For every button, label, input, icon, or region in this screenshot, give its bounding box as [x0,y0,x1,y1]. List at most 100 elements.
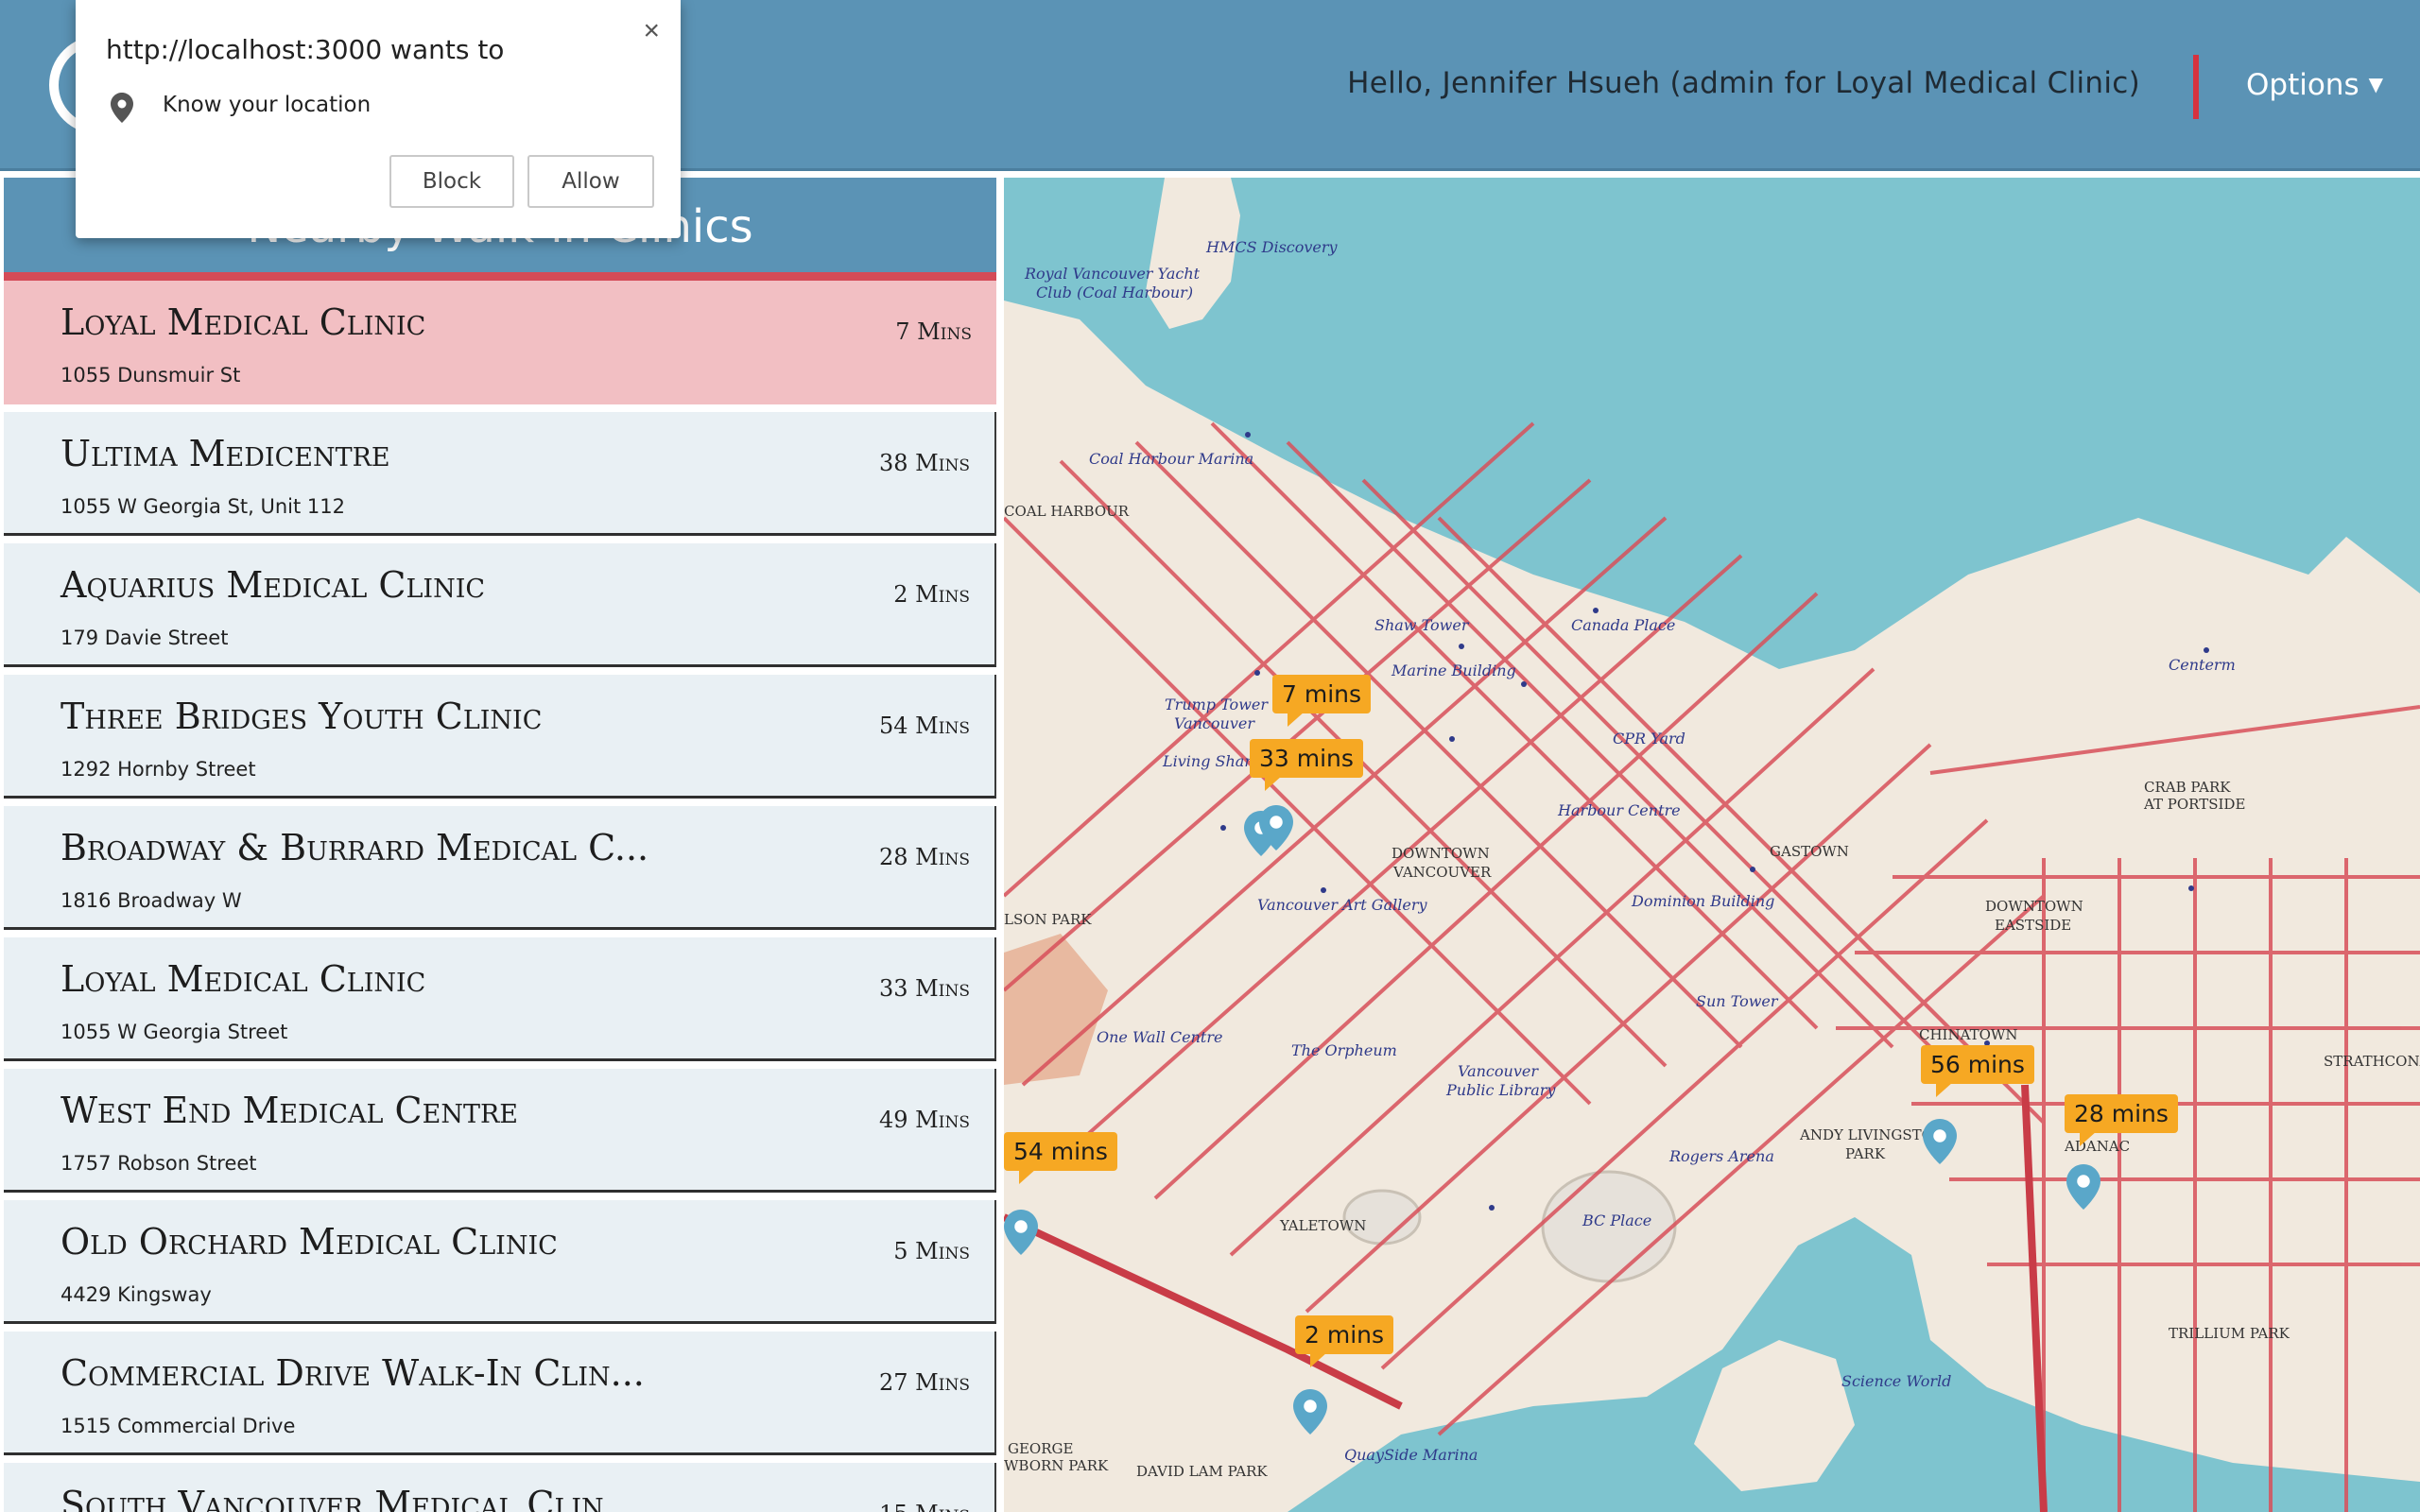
map-label-downtown-2: VANCOUVER [1393,864,1492,881]
clinic-address: 1292 Hornby Street [60,758,256,781]
map-label-yacht-club-2: Club (Coal Harbour) [1036,284,1194,301]
clinic-name: Old Orchard Medical Clinic [60,1221,558,1263]
location-permission-popup: http://localhost:3000 wants to × Know yo… [76,0,681,238]
clinic-wait-time: 28 Mins [879,844,970,870]
map-marker-icon[interactable] [1004,1210,1038,1255]
map-marker-icon[interactable] [1923,1119,1957,1164]
map-label-vpl: Vancouver [1458,1062,1538,1080]
clinic-list-item[interactable]: Commercial Drive Walk-In Clin... 1515 Co… [4,1332,996,1455]
map-time-pill[interactable]: 2 mins [1295,1315,1394,1367]
clinic-wait-time: 2 Mins [893,581,970,608]
clinic-name: South Vancouver Medical Clin... [60,1484,638,1512]
clinic-map[interactable]: HMCS Discovery Royal Vancouver Yacht Clu… [1004,178,2420,1512]
map-label-trump-tower-2: Vancouver [1174,714,1254,732]
close-icon[interactable]: × [643,15,660,47]
location-pin-icon [111,93,133,123]
map-label-trillium-park: TRILLIUM PARK [2169,1325,2290,1342]
clinic-wait-time: 7 Mins [895,318,972,345]
map-label-trump-tower: Trump Tower [1165,696,1268,713]
clinic-list-item[interactable]: Loyal Medical Clinic 1055 W Georgia Stre… [4,937,996,1061]
map-label-one-wall-centre: One Wall Centre [1097,1028,1223,1046]
map-label-science-world: Science World [1841,1372,1952,1390]
clinic-address: 1055 W Georgia Street [60,1021,288,1043]
clinic-list-panel: Nearby Walk-in Clinics Loyal Medical Cli… [4,178,996,1512]
map-label-living-shangri-la: Living Shang [1163,752,1264,770]
clinic-list-item[interactable]: Ultima Medicentre 1055 W Georgia St, Uni… [4,412,996,536]
map-label-crab-park-2: AT PORTSIDE [2144,796,2246,813]
clinic-name: Broadway & Burrard Medical C... [60,827,649,868]
caret-down-icon: ▼ [2368,73,2384,95]
map-label-marine-building: Marine Building [1392,662,1516,679]
map-label-hmcs: HMCS Discovery [1206,238,1338,256]
clinic-address: 1816 Broadway W [60,889,242,912]
map-label-shaw-tower: Shaw Tower [1374,616,1469,634]
greeting-text: Hello, Jennifer Hsueh (admin for Loyal M… [1347,66,2140,100]
block-button[interactable]: Block [389,155,514,208]
options-label: Options [2246,68,2360,102]
map-label-quayside-marina: QuaySide Marina [1344,1446,1478,1464]
map-label-downtown: DOWNTOWN [1392,845,1490,862]
map-label-george-park-2: WBORN PARK [1004,1457,1109,1474]
map-time-pill[interactable]: 54 mins [1004,1132,1117,1184]
map-label-george-park: GEORGE [1008,1440,1074,1457]
map-label-vpl-2: Public Library [1446,1081,1556,1099]
map-time-pill[interactable]: 33 mins [1250,739,1363,791]
clinic-name: Ultima Medicentre [60,433,390,474]
clinic-name: Three Bridges Youth Clinic [60,696,543,737]
clinic-list-item[interactable]: Broadway & Burrard Medical C... 1816 Bro… [4,806,996,930]
map-label-dominion-building: Dominion Building [1632,892,1775,910]
clinic-address: 1055 W Georgia St, Unit 112 [60,495,345,518]
map-label-coal-harbour: COAL HARBOUR [1004,503,1130,520]
map-label-sun-tower: Sun Tower [1696,992,1778,1010]
map-marker-icon[interactable] [1259,805,1293,850]
map-label-downtown-eastside: DOWNTOWN [1985,898,2083,915]
map-marker-icon[interactable] [2066,1164,2100,1210]
map-label-downtown-eastside-2: EASTSIDE [1995,917,2072,934]
map-label-orpheum: The Orpheum [1291,1041,1397,1059]
popup-message: Know your location [163,93,372,117]
clinic-wait-time: 27 Mins [879,1369,970,1396]
map-canvas [1004,178,2420,1512]
map-marker-icon[interactable] [1293,1389,1327,1435]
map-label-bc-place: BC Place [1582,1211,1652,1229]
clinic-list-item[interactable]: Loyal Medical Clinic 1055 Dunsmuir St 7 … [4,281,996,404]
clinic-name: Loyal Medical Clinic [60,958,426,1000]
map-label-crab-park: CRAB PARK [2144,779,2231,796]
clinic-address: 1055 Dunsmuir St [60,364,241,387]
options-dropdown[interactable]: Options ▼ [2246,68,2383,102]
map-label-canada-place: Canada Place [1571,616,1676,634]
clinic-wait-time: 15 Mins [879,1501,970,1512]
map-label-art-gallery: Vancouver Art Gallery [1257,896,1427,914]
map-label-cpr-yard: CPR Yard [1613,730,1685,747]
map-label-chinatown: CHINATOWN [1919,1026,2018,1043]
map-label-yaletown: YALETOWN [1280,1217,1367,1234]
map-label-yacht-club: Royal Vancouver Yacht [1025,265,1201,283]
clinic-list-item[interactable]: Old Orchard Medical Clinic 4429 Kingsway… [4,1200,996,1324]
clinic-list-item[interactable]: Three Bridges Youth Clinic 1292 Hornby S… [4,675,996,799]
map-time-pill[interactable]: 56 mins [1921,1045,2034,1097]
clinic-wait-time: 5 Mins [893,1238,970,1264]
map-label-adanac: ADANAC [2065,1138,2131,1155]
map-label-centerm: Centerm [2169,656,2236,674]
clinic-name: Loyal Medical Clinic [60,301,426,343]
clinic-list-item[interactable]: South Vancouver Medical Clin... 15 Mins [4,1463,996,1512]
clinic-wait-time: 38 Mins [879,450,970,476]
allow-button[interactable]: Allow [527,155,654,208]
clinic-address: 1757 Robson Street [60,1152,257,1175]
clinic-list-item[interactable]: Aquarius Medical Clinic 179 Davie Street… [4,543,996,667]
clinic-list-item[interactable]: West End Medical Centre 1757 Robson Stre… [4,1069,996,1193]
clinic-address: 4429 Kingsway [60,1283,212,1306]
clinic-wait-time: 49 Mins [879,1107,970,1133]
clinic-name: Commercial Drive Walk-In Clin... [60,1352,645,1394]
map-label-coal-harbour-marina: Coal Harbour Marina [1089,450,1254,468]
clinic-wait-time: 33 Mins [879,975,970,1002]
map-time-pill[interactable]: 28 mins [2065,1094,2178,1146]
clinic-name: West End Medical Centre [60,1090,518,1131]
clinic-name: Aquarius Medical Clinic [60,564,486,606]
map-label-gastown: GASTOWN [1770,843,1849,860]
clinic-address: 1515 Commercial Drive [60,1415,296,1437]
map-label-andy-livingstone-2: PARK [1845,1145,1886,1162]
map-time-pill[interactable]: 7 mins [1272,675,1372,727]
header-divider [2193,55,2199,119]
map-label-harbour-centre: Harbour Centre [1558,801,1681,819]
